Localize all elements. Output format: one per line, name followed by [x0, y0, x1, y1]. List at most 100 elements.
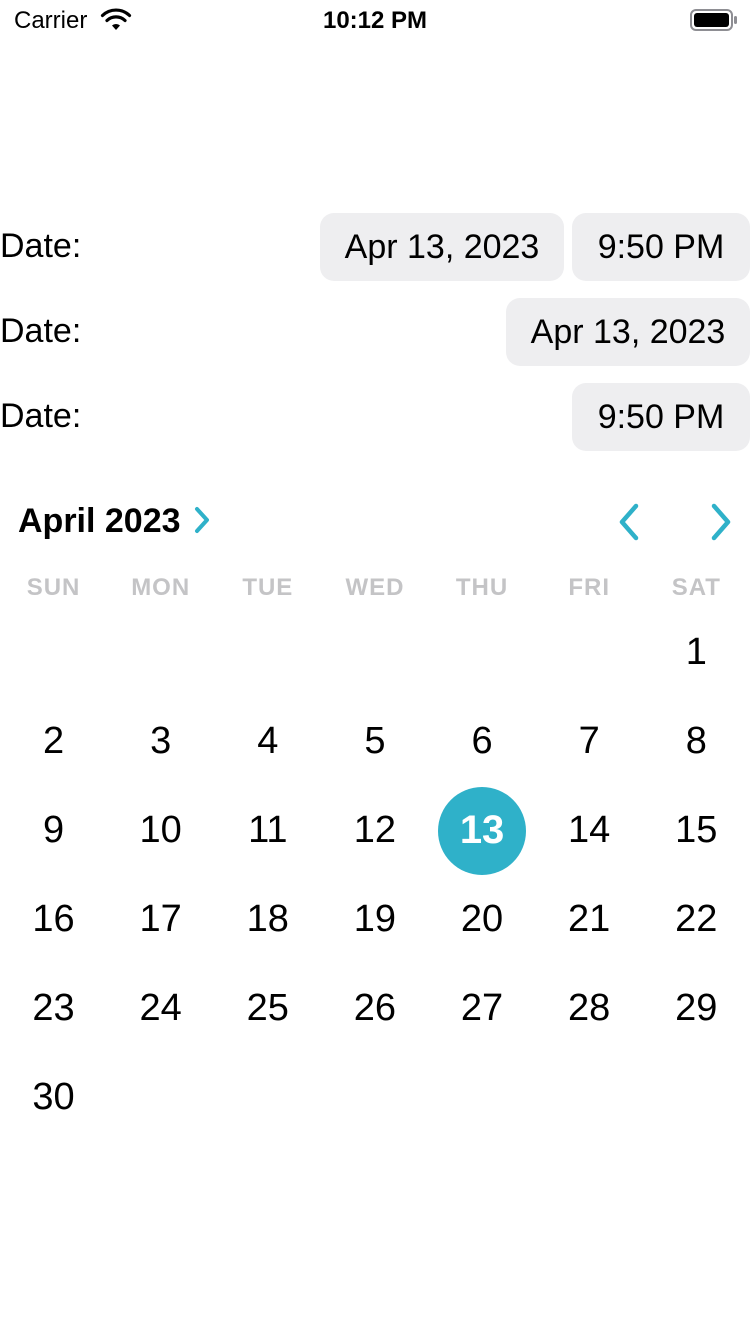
calendar-empty-cell [429, 1053, 536, 1142]
day-number: 8 [685, 720, 707, 762]
calendar-day[interactable]: 3 [107, 697, 214, 786]
weekday-label: FRI [568, 574, 611, 601]
chevron-right-icon[interactable] [192, 502, 214, 538]
calendar-day[interactable]: 17 [107, 875, 214, 964]
next-month-button[interactable] [704, 500, 738, 544]
day-number: 12 [353, 809, 397, 851]
day-number: 7 [578, 720, 600, 762]
day-number: 17 [139, 898, 182, 940]
date-picker-button[interactable]: Apr 13, 2023 [320, 213, 564, 281]
calendar-day[interactable]: 16 [0, 875, 107, 964]
day-number: 1 [685, 631, 707, 673]
day-number: 9 [42, 809, 65, 851]
calendar-day[interactable]: 6 [429, 697, 536, 786]
calendar-week-row: 2 3 4 5 6 7 8 [0, 697, 750, 786]
calendar-day[interactable]: 1 [643, 608, 750, 697]
date-picker-button[interactable]: Apr 13, 2023 [506, 298, 750, 366]
day-number: 10 [139, 809, 182, 851]
calendar-day[interactable]: 4 [214, 697, 321, 786]
day-number: 30 [32, 1076, 75, 1118]
calendar-day[interactable]: 28 [536, 964, 643, 1053]
day-number: 24 [139, 987, 182, 1029]
time-row: Date: 9:50 PM [0, 383, 750, 453]
calendar-day[interactable]: 18 [214, 875, 321, 964]
calendar-day[interactable]: 5 [321, 697, 428, 786]
day-number: 21 [568, 898, 611, 940]
row-label: Date: [0, 312, 82, 350]
day-number: 29 [675, 987, 718, 1029]
calendar-day[interactable]: 14 [536, 786, 643, 875]
day-number: 26 [353, 987, 397, 1029]
calendar-week-row: 1 [0, 608, 750, 697]
day-number: 4 [257, 720, 279, 762]
date-row: Date: Apr 13, 2023 [0, 298, 750, 368]
status-bar: Carrier 10:12 PM [0, 0, 750, 40]
status-time: 10:12 PM [322, 7, 428, 34]
day-number: 6 [471, 720, 493, 762]
calendar-day[interactable]: 29 [643, 964, 750, 1053]
calendar-empty-cell [536, 1053, 643, 1142]
weekday-label: SUN [26, 574, 81, 601]
calendar-grid: 1 2 3 4 5 6 7 8 9 10 11 12 13 14 15 16 17 18 19 20 21 22 23 24 2… [0, 608, 750, 1142]
calendar-day[interactable]: 21 [536, 875, 643, 964]
day-number: 16 [32, 898, 75, 940]
calendar-day[interactable]: 12 [321, 786, 428, 875]
calendar-week-row: 23 24 25 26 27 28 29 [0, 964, 750, 1053]
day-number: 22 [675, 898, 718, 940]
weekday-label: MON [131, 574, 191, 601]
calendar-day[interactable]: 11 [214, 786, 321, 875]
row-label: Date: [0, 397, 82, 435]
calendar-empty-cell [321, 1053, 428, 1142]
day-number: 13 [459, 808, 505, 852]
calendar-empty-cell [0, 608, 107, 697]
calendar-day[interactable]: 27 [429, 964, 536, 1053]
calendar-day[interactable]: 26 [321, 964, 428, 1053]
calendar-day[interactable]: 7 [536, 697, 643, 786]
calendar-day[interactable]: 10 [107, 786, 214, 875]
day-number: 19 [353, 898, 397, 940]
calendar-empty-cell [321, 608, 428, 697]
month-year-button[interactable]: April 2023 [18, 502, 181, 541]
day-number: 14 [568, 809, 611, 851]
calendar-day[interactable]: 25 [214, 964, 321, 1053]
calendar-empty-cell [643, 1053, 750, 1142]
calendar-day[interactable]: 8 [643, 697, 750, 786]
battery-icon [690, 9, 737, 31]
weekday-header: SUN MON TUE WED THU FRI SAT [0, 574, 750, 604]
calendar-week-row: 9 10 11 12 13 14 15 [0, 786, 750, 875]
day-number: 15 [675, 809, 718, 851]
calendar-empty-cell [214, 608, 321, 697]
calendar-day[interactable]: 9 [0, 786, 107, 875]
day-number: 27 [460, 987, 504, 1029]
calendar-week-row: 30 [0, 1053, 750, 1142]
time-picker-button[interactable]: 9:50 PM [572, 383, 750, 451]
day-number: 11 [248, 809, 288, 851]
calendar-empty-cell [107, 608, 214, 697]
calendar-day[interactable]: 15 [643, 786, 750, 875]
weekday-label: TUE [242, 574, 294, 601]
calendar-day[interactable]: 23 [0, 964, 107, 1053]
calendar-empty-cell [429, 608, 536, 697]
previous-month-button[interactable] [612, 500, 646, 544]
weekday-label: SAT [671, 574, 721, 601]
day-number: 3 [150, 720, 172, 762]
date-time-row: Date: Apr 13, 2023 9:50 PM [0, 213, 750, 283]
calendar-day[interactable]: 2 [0, 697, 107, 786]
calendar-empty-cell [214, 1053, 321, 1142]
calendar-day[interactable]: 20 [429, 875, 536, 964]
calendar-week-row: 16 17 18 19 20 21 22 [0, 875, 750, 964]
calendar-day[interactable]: 22 [643, 875, 750, 964]
time-picker-button[interactable]: 9:50 PM [572, 213, 750, 281]
day-number: 18 [246, 898, 289, 940]
weekday-label: WED [345, 574, 405, 601]
day-number: 23 [32, 987, 75, 1029]
calendar-day[interactable]: 19 [321, 875, 428, 964]
calendar-day[interactable]: 30 [0, 1053, 107, 1142]
day-number: 25 [246, 987, 289, 1029]
calendar-day[interactable]: 24 [107, 964, 214, 1053]
calendar-day-selected[interactable]: 13 [429, 786, 536, 875]
day-number: 20 [460, 898, 504, 940]
row-label: Date: [0, 227, 82, 265]
day-number: 5 [364, 720, 386, 762]
calendar-header: April 2023 [0, 492, 750, 552]
